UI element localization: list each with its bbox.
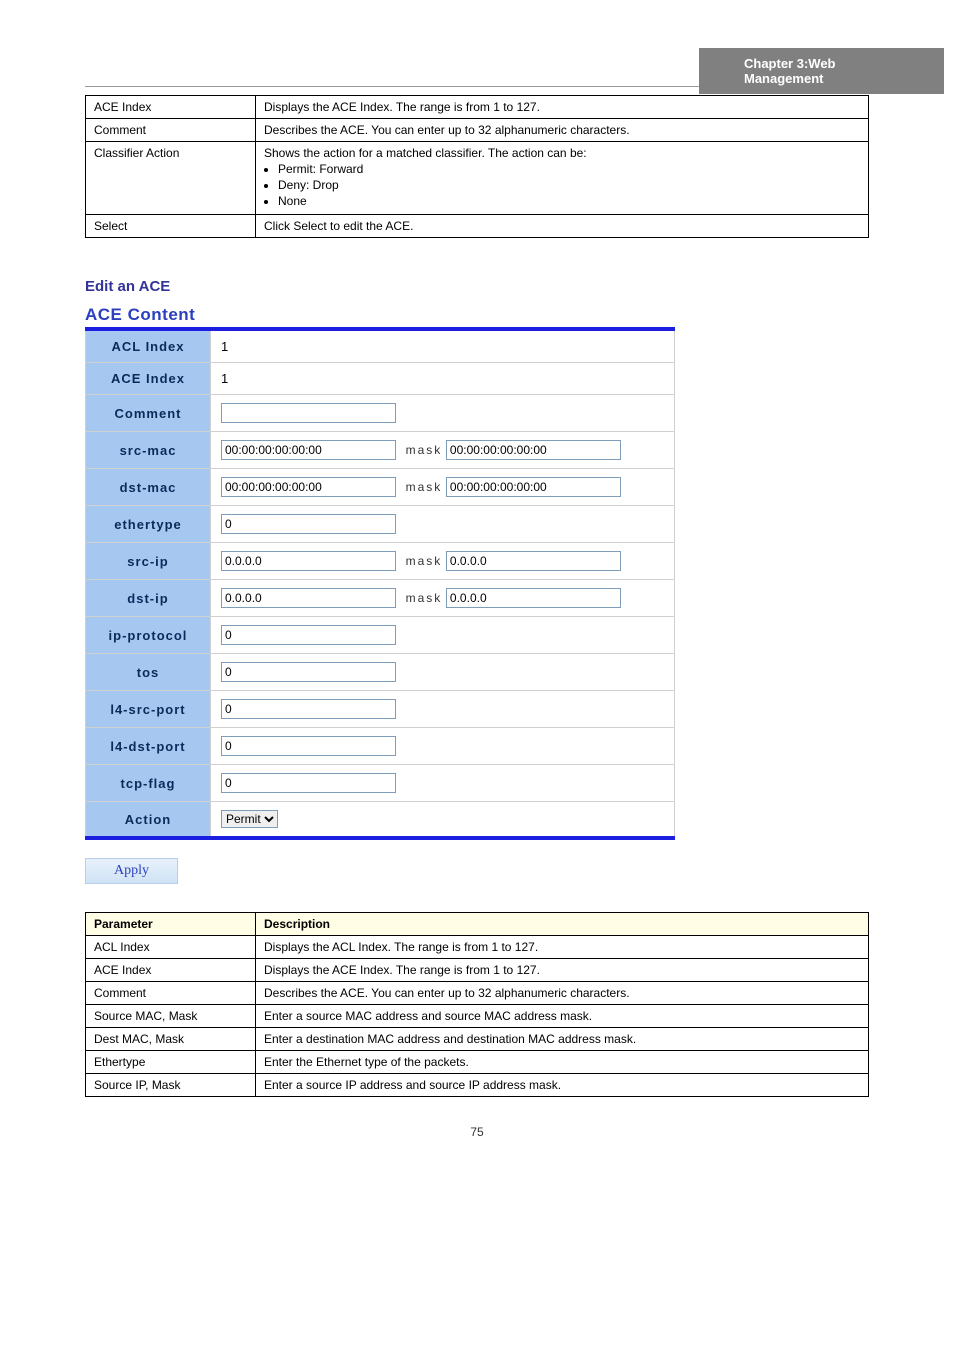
desc-cell: Describes the ACE. You can enter up to 3… [256,119,869,142]
l4-src-port-label: l4-src-port [86,691,211,728]
desc-cell: Click Select to edit the ACE. [256,215,869,238]
table-row: Ethertype Enter the Ethernet type of the… [86,1051,869,1074]
param-cell: Source IP, Mask [86,1074,256,1097]
chapter-label: Chapter 3:Web Management [699,48,944,94]
param-cell: ACE Index [86,96,256,119]
table-row: Dest MAC, Mask Enter a destination MAC a… [86,1028,869,1051]
table-row: Classifier Action Shows the action for a… [86,142,869,215]
param-cell: ACL Index [86,936,256,959]
tos-label: tos [86,654,211,691]
desc-cell: Enter a source IP address and source IP … [256,1074,869,1097]
table-header-desc: Description [256,913,869,936]
apply-button[interactable]: Apply [85,858,178,884]
desc-cell: Describes the ACE. You can enter up to 3… [256,982,869,1005]
desc-intro: Shows the action for a matched classifie… [264,146,587,160]
page-number: 75 [0,1125,954,1139]
table-row: ACE Index Displays the ACE Index. The ra… [86,959,869,982]
mask-label: mask [406,443,443,457]
desc-cell: Shows the action for a matched classifie… [256,142,869,215]
tcp-flag-label: tcp-flag [86,765,211,802]
action-select[interactable]: Permit [221,810,278,828]
param-cell: Dest MAC, Mask [86,1028,256,1051]
ace-edit-params-table: Parameter Description ACL Index Displays… [85,912,869,1097]
table-row: Comment Describes the ACE. You can enter… [86,982,869,1005]
bullet-item: None [278,194,860,208]
tcp-flag-input[interactable] [221,773,396,793]
src-mac-label: src-mac [86,432,211,469]
desc-cell: Displays the ACE Index. The range is fro… [256,96,869,119]
dst-ip-label: dst-ip [86,580,211,617]
dst-mac-label: dst-mac [86,469,211,506]
desc-cell: Enter a source MAC address and source MA… [256,1005,869,1028]
ace-summary-table: ACE Index Displays the ACE Index. The ra… [85,95,869,238]
bullet-item: Permit: Forward [278,162,860,176]
ace-index-value: 1 [211,363,675,395]
src-mac-input[interactable] [221,440,396,460]
src-ip-input[interactable] [221,551,396,571]
mask-label: mask [406,480,443,494]
bullet-item: Deny: Drop [278,178,860,192]
table-row: ACL Index Displays the ACL Index. The ra… [86,936,869,959]
param-cell: Source MAC, Mask [86,1005,256,1028]
table-row: Comment Describes the ACE. You can enter… [86,119,869,142]
table-header-param: Parameter [86,913,256,936]
desc-cell: Displays the ACE Index. The range is fro… [256,959,869,982]
acl-index-value: 1 [211,329,675,363]
dst-ip-mask-input[interactable] [446,588,621,608]
l4-dst-port-input[interactable] [221,736,396,756]
dst-mac-mask-input[interactable] [446,477,621,497]
acl-index-label: ACL Index [86,329,211,363]
param-cell: Select [86,215,256,238]
table-row: Source MAC, Mask Enter a source MAC addr… [86,1005,869,1028]
mask-label: mask [406,554,443,568]
ace-content-form: ACL Index 1 ACE Index 1 Comment src-mac … [85,327,675,840]
param-cell: Ethertype [86,1051,256,1074]
ethertype-input[interactable] [221,514,396,534]
table-row: Select Click Select to edit the ACE. [86,215,869,238]
ethertype-label: ethertype [86,506,211,543]
ip-protocol-input[interactable] [221,625,396,645]
dst-mac-input[interactable] [221,477,396,497]
form-title: ACE Content [85,305,675,325]
dst-ip-input[interactable] [221,588,396,608]
table-row: Source IP, Mask Enter a source IP addres… [86,1074,869,1097]
src-mac-mask-input[interactable] [446,440,621,460]
src-ip-mask-input[interactable] [446,551,621,571]
mask-label: mask [406,591,443,605]
param-cell: Comment [86,982,256,1005]
action-label: Action [86,802,211,839]
l4-dst-port-label: l4-dst-port [86,728,211,765]
section-heading: Edit an ACE [85,278,869,295]
tos-input[interactable] [221,662,396,682]
param-cell: Comment [86,119,256,142]
l4-src-port-input[interactable] [221,699,396,719]
ip-protocol-label: ip-protocol [86,617,211,654]
param-cell: ACE Index [86,959,256,982]
comment-label: Comment [86,395,211,432]
src-ip-label: src-ip [86,543,211,580]
desc-cell: Displays the ACL Index. The range is fro… [256,936,869,959]
ace-index-label: ACE Index [86,363,211,395]
comment-input[interactable] [221,403,396,423]
desc-cell: Enter the Ethernet type of the packets. [256,1051,869,1074]
desc-cell: Enter a destination MAC address and dest… [256,1028,869,1051]
table-row: ACE Index Displays the ACE Index. The ra… [86,96,869,119]
param-cell: Classifier Action [86,142,256,215]
